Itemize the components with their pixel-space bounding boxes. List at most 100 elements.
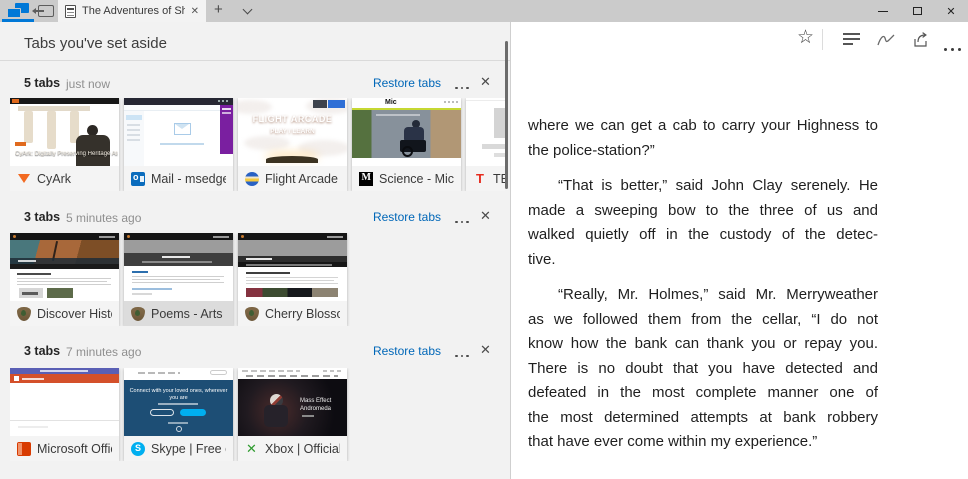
- outlook-favicon: [131, 172, 145, 186]
- tab-card-title: Mail - msedged...: [151, 172, 226, 186]
- tab-card-title: Poems - Arts in...: [151, 307, 226, 321]
- text-line: There is no doubt that you have detected…: [528, 357, 878, 382]
- text-line: “Really, Mr. Holmes,” said Mr. Merryweat…: [528, 283, 878, 308]
- set-aside-tab-card[interactable]: Mass Effect Andromeda Xbox | Official S..…: [238, 368, 347, 461]
- restore-tabs-link[interactable]: Restore tabs: [373, 344, 441, 358]
- group-timestamp: 7 minutes ago: [66, 345, 141, 359]
- new-tab-button[interactable]: +: [214, 1, 223, 18]
- set-aside-tab-card[interactable]: Mic Science - Mic: [352, 98, 461, 191]
- tab-card-title: TED: [493, 172, 505, 186]
- toolbar-divider: [822, 29, 823, 50]
- set-aside-tab-card[interactable]: CyArk: Digitally Preserving Heritage At-…: [10, 98, 119, 191]
- set-aside-tab-card[interactable]: Connect with your loved ones, whereveryo…: [124, 368, 233, 461]
- text-line: defeated in the most complete manner one…: [528, 381, 878, 406]
- share-icon[interactable]: [911, 31, 929, 49]
- tab-card-label: Microsoft Offic...: [10, 436, 119, 461]
- tab-card-title: Flight Arcade: [265, 172, 338, 186]
- thumbnail-game-title-2: Andromeda: [300, 406, 331, 412]
- paragraph: “That is better,” said John Clay serenel…: [528, 174, 878, 272]
- tab-group-header: 3 tabs 7 minutes ago Restore tabs ✕: [0, 344, 510, 362]
- group-close-button[interactable]: ✕: [480, 342, 491, 358]
- tab-title: The Adventures of Sher: [82, 5, 185, 17]
- group-timestamp: 5 minutes ago: [66, 211, 141, 225]
- favorites-star-icon[interactable]: ☆: [797, 28, 814, 47]
- tab-thumbnail: FLIGHT ARCADE PLAY / LEARN: [238, 98, 347, 166]
- set-aside-tab-card[interactable]: Mail - msedged...: [124, 98, 233, 191]
- xbox-favicon: [245, 442, 259, 456]
- group-close-button[interactable]: ✕: [480, 74, 491, 90]
- tab-close-icon[interactable]: ✕: [191, 6, 199, 17]
- tab-group-header: 3 tabs 5 minutes ago Restore tabs ✕: [0, 210, 510, 228]
- tab-card-title: CyArk: [37, 172, 71, 186]
- tab-card-label: Discover Histor...: [10, 301, 119, 326]
- text-line: walked quietly off in the custody of the…: [528, 223, 878, 248]
- tab-preview-chevron-icon[interactable]: [243, 5, 253, 15]
- group-more-button[interactable]: [450, 213, 474, 231]
- edge-window: The Adventures of Sher ✕ + ✕ ☆ where we …: [0, 0, 968, 479]
- panel-divider: [0, 60, 510, 61]
- set-tabs-aside-icon[interactable]: [38, 5, 54, 17]
- text-line: the most determined attempts at bank rob…: [528, 406, 878, 431]
- browser-tab[interactable]: The Adventures of Sher ✕: [58, 0, 206, 22]
- group-close-button[interactable]: ✕: [480, 208, 491, 224]
- panel-title: Tabs you've set aside: [24, 35, 167, 52]
- thumbnail-caption: CyArk: Digitally Preserving Heritage At-…: [15, 151, 118, 157]
- close-icon: ✕: [946, 5, 955, 18]
- nps-discover-favicon: [17, 307, 31, 321]
- tab-thumbnail: Mass Effect Andromeda: [238, 368, 347, 436]
- book-icon: [65, 5, 76, 18]
- restore-tabs-link[interactable]: Restore tabs: [373, 76, 441, 90]
- set-aside-tab-card[interactable]: Microsoft Offic...: [10, 368, 119, 461]
- tabs-set-aside-panel-icon[interactable]: [7, 3, 29, 18]
- text-line: tive.: [528, 248, 878, 273]
- ted-favicon: [473, 172, 487, 186]
- mic-logo: Mic: [385, 99, 397, 106]
- nps-poems-favicon: [131, 307, 145, 321]
- tab-thumbnail: Mic: [352, 98, 461, 166]
- reading-view-panel: ☆ where we can get a cab to carry your H…: [510, 22, 968, 479]
- maximize-icon: [913, 7, 922, 15]
- tab-thumbnail: [10, 233, 119, 301]
- set-aside-tab-card[interactable]: FLIGHT ARCADE PLAY / LEARN Flight Arcade: [238, 98, 347, 191]
- tab-card-title: Microsoft Offic...: [37, 442, 112, 456]
- more-options-icon[interactable]: [942, 38, 963, 56]
- set-aside-tab-card[interactable]: TED: [466, 98, 505, 191]
- tab-card-label: Science - Mic: [352, 166, 461, 191]
- tab-card-title: Science - Mic: [379, 172, 454, 186]
- text-line: know how the bank can thank you or repay…: [528, 332, 878, 357]
- group-tab-count: 5 tabs: [24, 76, 60, 90]
- tabs-icon-front: [7, 8, 21, 18]
- tab-card-title: Skype | Free cal...: [151, 442, 226, 456]
- thumbnail-game-title: Mass Effect: [300, 398, 331, 404]
- group-more-button[interactable]: [450, 79, 474, 97]
- close-window-button[interactable]: ✕: [934, 0, 968, 22]
- cyark-favicon: [17, 172, 31, 186]
- tab-thumbnail: [124, 98, 233, 166]
- tab-card-row: Discover Histor... Poems - Arts in... Ch…: [10, 233, 505, 326]
- web-notes-pen-icon[interactable]: [876, 31, 896, 49]
- maximize-button[interactable]: [900, 0, 934, 22]
- thumbnail-subtitle: PLAY / LEARN: [238, 128, 347, 135]
- minimize-button[interactable]: [866, 0, 900, 22]
- nps-cherry-favicon: [245, 307, 259, 321]
- text-line: where we can get a cab to carry your Hig…: [528, 114, 878, 139]
- mic-favicon: [359, 172, 373, 186]
- hub-icon[interactable]: [843, 33, 861, 46]
- tab-card-label: Poems - Arts in...: [124, 301, 233, 326]
- text-line: “That is better,” said John Clay serenel…: [528, 174, 878, 199]
- tab-group-header: 5 tabs just now Restore tabs ✕: [0, 76, 510, 94]
- text-line: that have ever come within my experience…: [528, 430, 878, 455]
- thumbnail-title: FLIGHT ARCADE: [238, 114, 347, 124]
- group-more-button[interactable]: [450, 347, 474, 365]
- set-aside-tab-card[interactable]: Poems - Arts in...: [124, 233, 233, 326]
- tab-thumbnail: CyArk: Digitally Preserving Heritage At-…: [10, 98, 119, 166]
- tab-thumbnail: [124, 233, 233, 301]
- restore-tabs-link[interactable]: Restore tabs: [373, 210, 441, 224]
- set-aside-tab-card[interactable]: Cherry Blossom...: [238, 233, 347, 326]
- panel-scrollbar[interactable]: [505, 41, 508, 189]
- paragraph: “Really, Mr. Holmes,” said Mr. Merryweat…: [528, 283, 878, 455]
- tab-bar: The Adventures of Sher ✕ + ✕: [0, 0, 968, 22]
- paragraph: where we can get a cab to carry your Hig…: [528, 114, 878, 163]
- set-aside-tab-card[interactable]: Discover Histor...: [10, 233, 119, 326]
- tab-card-title: Xbox | Official S...: [265, 442, 340, 456]
